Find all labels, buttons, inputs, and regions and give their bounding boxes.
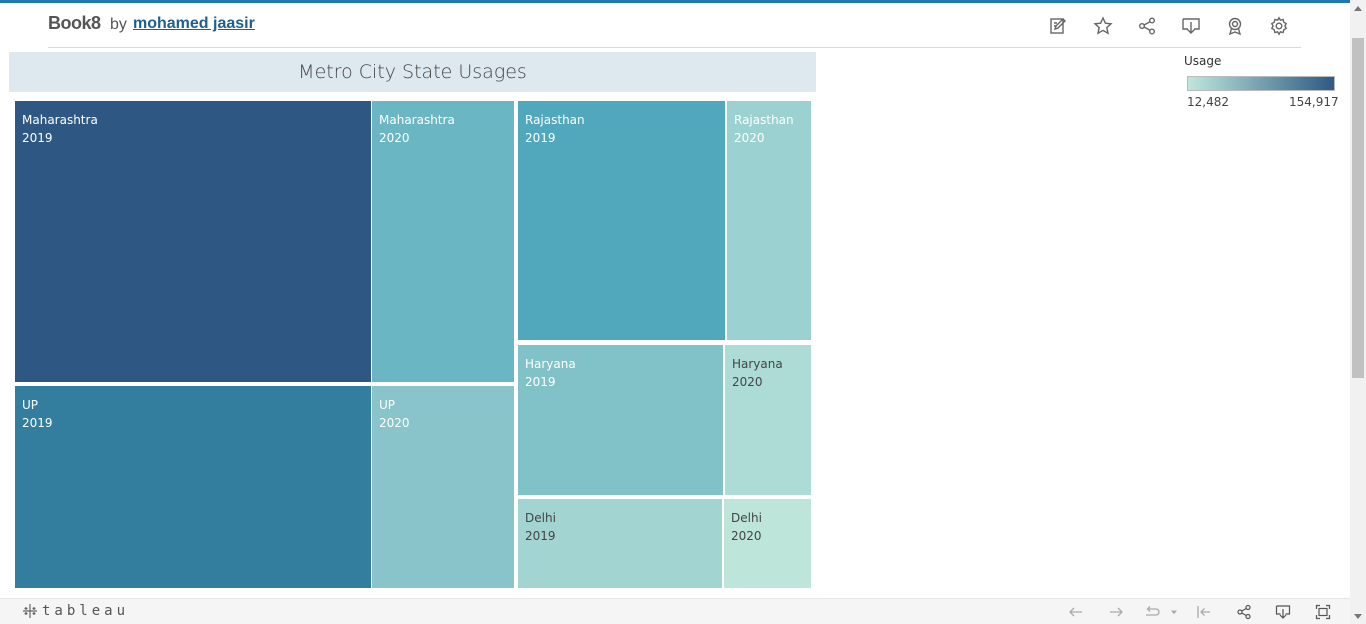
header: Book8 by mohamed jaasir xyxy=(0,3,1322,48)
dropdown-icon[interactable] xyxy=(1168,603,1180,621)
tile-state-label: UP xyxy=(379,398,396,412)
author-link[interactable]: mohamed jaasir xyxy=(133,15,255,33)
header-divider xyxy=(48,47,1301,48)
fullscreen-icon[interactable] xyxy=(1314,603,1332,621)
reset-icon[interactable] xyxy=(1195,603,1213,621)
badge-icon[interactable] xyxy=(1224,15,1246,37)
star-icon[interactable] xyxy=(1092,15,1114,37)
chart-title: Metro City State Usages xyxy=(298,61,527,83)
tile-state-label: Rajasthan xyxy=(734,113,794,127)
legend-color-ramp[interactable] xyxy=(1187,76,1335,91)
scroll-up-arrow-icon[interactable] xyxy=(1354,6,1362,11)
tableau-cross-icon xyxy=(23,604,37,618)
tile-year-label: 2019 xyxy=(525,375,556,389)
legend-title: Usage xyxy=(1184,54,1222,68)
tile-label: Rajasthan 2019 xyxy=(525,111,585,147)
treemap-tile-rajasthan-2019[interactable]: Rajasthan 2019 xyxy=(518,101,725,340)
tile-state-label: Delhi xyxy=(525,511,556,525)
footer-toolbar: tableau xyxy=(0,598,1350,624)
treemap-tile-up-2019[interactable]: UP 2019 xyxy=(15,386,371,588)
tile-state-label: Haryana xyxy=(732,357,783,371)
legend-min-value: 12,482 xyxy=(1187,95,1229,109)
tile-label: Maharashtra 2020 xyxy=(379,111,455,147)
tile-label: Haryana 2020 xyxy=(732,355,783,391)
tile-label: UP 2020 xyxy=(379,396,410,432)
tile-year-label: 2020 xyxy=(379,416,410,430)
edit-icon[interactable] xyxy=(1048,15,1070,37)
by-text: by xyxy=(110,16,127,33)
share-icon[interactable] xyxy=(1136,15,1158,37)
treemap-tile-haryana-2019[interactable]: Haryana 2019 xyxy=(518,345,723,495)
treemap-tile-rajasthan-2020[interactable]: Rajasthan 2020 xyxy=(727,101,811,340)
tile-state-label: Maharashtra xyxy=(379,113,455,127)
tile-state-label: UP xyxy=(22,398,39,412)
download-icon[interactable] xyxy=(1180,15,1202,37)
treemap-tile-haryana-2020[interactable]: Haryana 2020 xyxy=(725,345,811,495)
tile-label: Delhi 2019 xyxy=(525,509,556,545)
legend-max-value: 154,917 xyxy=(1289,95,1339,109)
redo-icon[interactable] xyxy=(1107,603,1125,621)
treemap-tile-delhi-2020[interactable]: Delhi 2020 xyxy=(724,499,811,588)
tile-year-label: 2019 xyxy=(22,416,53,430)
tile-state-label: Delhi xyxy=(731,511,762,525)
tableau-logo-text: tableau xyxy=(42,603,130,619)
share-icon[interactable] xyxy=(1235,603,1253,621)
tile-year-label: 2020 xyxy=(731,529,762,543)
scroll-down-arrow-icon[interactable] xyxy=(1354,614,1362,619)
tile-label: Delhi 2020 xyxy=(731,509,762,545)
tile-year-label: 2020 xyxy=(734,131,765,145)
treemap: Maharashtra 2019 Maharashtra 2020 UP 2019 UP 20… xyxy=(0,0,1366,624)
scrollbar-thumb[interactable] xyxy=(1352,38,1364,378)
treemap-tile-maharashtra-2020[interactable]: Maharashtra 2020 xyxy=(372,101,514,382)
tableau-logo[interactable]: tableau xyxy=(22,603,129,619)
revert-icon[interactable] xyxy=(1143,603,1161,621)
gear-icon[interactable] xyxy=(1268,15,1290,37)
treemap-tile-delhi-2019[interactable]: Delhi 2019 xyxy=(518,499,722,588)
tile-state-label: Maharashtra xyxy=(22,113,98,127)
tile-year-label: 2019 xyxy=(525,131,556,145)
tile-year-label: 2020 xyxy=(732,375,763,389)
tile-year-label: 2019 xyxy=(22,131,53,145)
tile-label: UP 2019 xyxy=(22,396,53,432)
tile-state-label: Rajasthan xyxy=(525,113,585,127)
undo-icon[interactable] xyxy=(1067,603,1085,621)
tile-year-label: 2020 xyxy=(379,131,410,145)
tile-label: Maharashtra 2019 xyxy=(22,111,98,147)
treemap-tile-up-2020[interactable]: UP 2020 xyxy=(372,386,514,588)
tile-state-label: Haryana xyxy=(525,357,576,371)
tile-label: Haryana 2019 xyxy=(525,355,576,391)
tile-label: Rajasthan 2020 xyxy=(734,111,794,147)
treemap-tile-maharashtra-2019[interactable]: Maharashtra 2019 xyxy=(15,101,371,382)
download-icon[interactable] xyxy=(1274,603,1292,621)
tile-year-label: 2019 xyxy=(525,529,556,543)
chart-title-bar: Metro City State Usages xyxy=(9,52,816,92)
workbook-title: Book8 xyxy=(48,13,101,33)
